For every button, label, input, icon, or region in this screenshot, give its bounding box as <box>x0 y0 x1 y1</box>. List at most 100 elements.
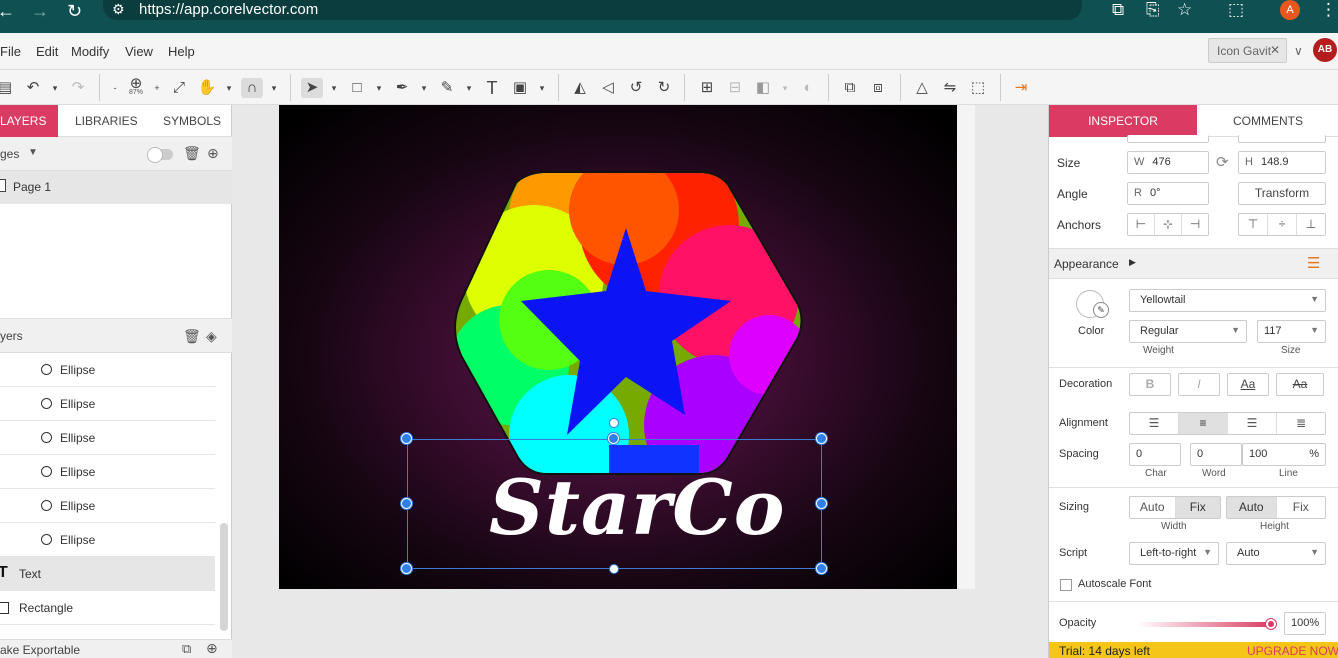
image-tool-icon[interactable]: ▣ <box>509 78 531 98</box>
selection-box[interactable] <box>407 439 822 569</box>
strikethrough-button[interactable]: Aa <box>1276 373 1324 396</box>
underline-button[interactable]: Aa <box>1227 373 1269 396</box>
align-center-icon[interactable]: ≡ <box>1179 413 1228 434</box>
layer-row[interactable]: Ellipse <box>0 421 215 455</box>
close-tab-icon[interactable]: ✕ <box>1270 43 1280 57</box>
opacity-slider[interactable] <box>1137 622 1272 627</box>
script-direction-select[interactable]: Left-to-right ▼ <box>1129 542 1219 565</box>
connector-icon[interactable]: ⇋ <box>939 78 961 98</box>
upgrade-now-link[interactable]: UPGRADE NOW <box>1247 644 1338 658</box>
opacity-slider-handle[interactable] <box>1266 619 1276 629</box>
align-left-icon[interactable]: ☰ <box>1130 413 1179 434</box>
layers-scrollbar-thumb[interactable] <box>220 523 228 631</box>
height-input[interactable]: H 148.9 <box>1238 151 1326 174</box>
boolean-icon[interactable]: ◧ <box>752 78 774 98</box>
pages-caret-icon[interactable]: ▼ <box>28 147 38 158</box>
bold-button[interactable]: B <box>1129 373 1171 396</box>
resize-handle-top-left[interactable] <box>401 433 412 444</box>
pen-tool-icon[interactable]: ✒ <box>391 78 413 98</box>
char-spacing-input[interactable]: 0 <box>1129 443 1181 466</box>
reload-icon[interactable]: ↻ <box>67 2 82 20</box>
menu-modify[interactable]: Modify <box>71 44 109 59</box>
align-right-icon[interactable]: ☰ <box>1228 413 1277 434</box>
extensions-icon[interactable]: ⬚ <box>1228 0 1244 20</box>
ungroup-icon[interactable]: ⊟ <box>724 78 746 98</box>
flip-vertical-icon[interactable]: ◁ <box>597 78 619 98</box>
menu-view[interactable]: View <box>125 44 153 59</box>
menu-file[interactable]: File <box>0 44 21 59</box>
resize-handle-top[interactable] <box>608 433 619 444</box>
line-spacing-input[interactable]: 100 % <box>1242 443 1326 466</box>
rotate-left-icon[interactable]: ↺ <box>625 78 647 98</box>
anchor-middle-v-icon[interactable]: ÷ <box>1268 214 1297 235</box>
redo-icon[interactable]: ↷ <box>67 78 89 98</box>
tab-layers[interactable]: LAYERS <box>0 114 46 128</box>
appearance-expand-icon[interactable]: ▶ <box>1129 257 1136 268</box>
tabs-chevron-icon[interactable]: ∨ <box>1294 44 1303 58</box>
site-settings-icon[interactable]: ⚙ <box>112 1 125 18</box>
font-weight-select[interactable]: Regular ▼ <box>1129 320 1247 343</box>
resize-handle-bottom[interactable] <box>609 564 619 574</box>
layer-row[interactable]: Ellipse <box>0 489 215 523</box>
rotate-right-icon[interactable]: ↻ <box>653 78 675 98</box>
text-tool-icon[interactable]: T <box>481 78 503 98</box>
menu-edit[interactable]: Edit <box>36 44 58 59</box>
install-app-icon[interactable]: ⧉ <box>1112 0 1124 20</box>
bring-forward-icon[interactable]: ⧉ <box>839 78 861 98</box>
tab-libraries[interactable]: LIBRARIES <box>75 114 138 128</box>
layer-row[interactable]: Ellipse <box>0 353 215 387</box>
export-icon[interactable]: ⇥ <box>1010 78 1032 98</box>
transform-button[interactable]: Transform <box>1238 182 1326 205</box>
document-tab[interactable]: Icon Gavit ✕ <box>1208 38 1287 63</box>
width-input[interactable]: W 476 <box>1127 151 1209 174</box>
canvas-area[interactable]: StarCo <box>232 105 1048 658</box>
width-fix-button[interactable]: Fix <box>1175 497 1220 518</box>
pencil-tool-icon[interactable]: ✎ <box>436 78 458 98</box>
menu-help[interactable]: Help <box>168 44 195 59</box>
layer-row-selected[interactable]: T Text <box>0 557 215 591</box>
resize-handle-top-right[interactable] <box>816 433 827 444</box>
resize-handle-bottom-right[interactable] <box>816 563 827 574</box>
zoom-in-icon[interactable]: + <box>152 78 162 98</box>
forward-icon[interactable]: → <box>31 2 49 20</box>
shapes-library-icon[interactable]: △ <box>911 78 933 98</box>
pen-chevron-icon[interactable]: ▾ <box>419 78 429 98</box>
tab-inspector[interactable]: INSPECTOR <box>1049 105 1197 137</box>
browser-menu-icon[interactable]: ⋮ <box>1320 0 1337 20</box>
layer-row[interactable]: Ellipse <box>0 387 215 421</box>
select-chevron-icon[interactable]: ▾ <box>329 78 339 98</box>
add-layer-icon[interactable]: ◈ <box>206 328 217 345</box>
flip-horizontal-icon[interactable]: ◭ <box>569 78 591 98</box>
word-spacing-input[interactable]: 0 <box>1190 443 1242 466</box>
lock-ratio-icon[interactable]: ⟳ <box>1216 153 1229 171</box>
anchor-bottom-icon[interactable]: ⊥ <box>1297 214 1325 235</box>
font-family-select[interactable]: Yellowtail ▼ <box>1129 289 1326 312</box>
tab-symbols[interactable]: SYMBOLS <box>163 114 221 128</box>
image-chevron-icon[interactable]: ▾ <box>537 78 547 98</box>
anchor-center-h-icon[interactable]: ⊹ <box>1155 214 1182 235</box>
url-text[interactable]: https://app.corelvector.com <box>139 1 318 18</box>
resize-handle-right[interactable] <box>816 498 827 509</box>
add-page-icon[interactable]: ⊕ <box>207 145 219 162</box>
appearance-settings-icon[interactable]: ☰ <box>1307 254 1320 272</box>
snap-chevron-icon[interactable]: ▾ <box>269 78 279 98</box>
opacity-input[interactable]: 100% <box>1284 612 1326 635</box>
fit-to-screen-icon[interactable]: ⤢ <box>168 78 190 98</box>
height-fix-button[interactable]: Fix <box>1277 497 1326 518</box>
artboard-icon[interactable]: ⬚ <box>967 78 989 98</box>
appearance-section-header[interactable]: Appearance ▶ ☰ <box>1049 248 1338 279</box>
anchor-right-icon[interactable]: ⊣ <box>1182 214 1208 235</box>
send-backward-icon[interactable]: ⧈ <box>867 78 889 98</box>
group-icon[interactable]: ⊞ <box>696 78 718 98</box>
autoscale-font-checkbox[interactable] <box>1060 579 1072 591</box>
back-icon[interactable]: ← <box>0 2 15 20</box>
layer-row[interactable]: Ellipse <box>0 523 215 557</box>
user-avatar[interactable]: AB <box>1313 38 1337 62</box>
boolean-chevron-icon[interactable]: ▾ <box>780 78 790 98</box>
download-icon[interactable]: ⎘ <box>1146 0 1160 20</box>
pan-hand-icon[interactable]: ✋ <box>196 78 218 98</box>
shape-chevron-icon[interactable]: ▾ <box>374 78 384 98</box>
undo-icon[interactable]: ↶ <box>22 78 44 98</box>
anchor-left-icon[interactable]: ⊢ <box>1128 214 1155 235</box>
font-size-select[interactable]: 117 ▼ <box>1257 320 1326 343</box>
